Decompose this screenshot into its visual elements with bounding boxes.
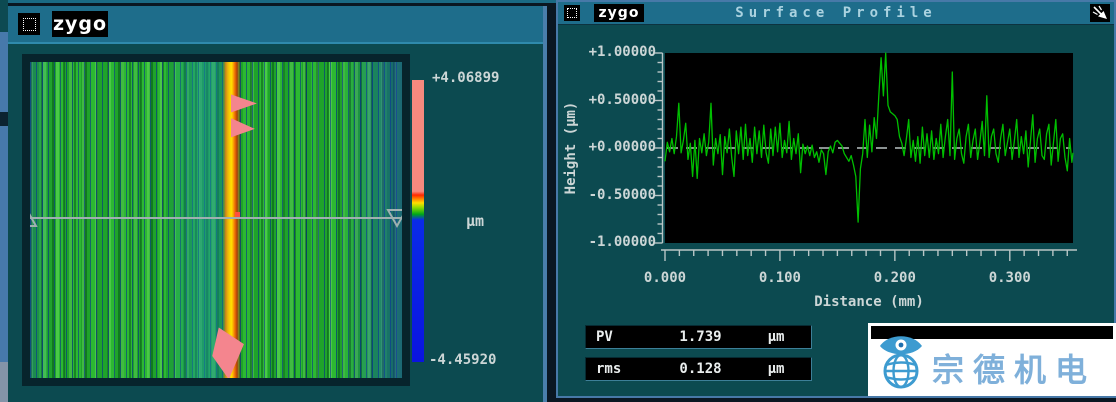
x-tick-label: 0.000 bbox=[644, 270, 686, 286]
y-tick-label: +0.00000 bbox=[558, 139, 656, 155]
rms-value: 0.128 bbox=[660, 361, 741, 377]
x-tick-label: 0.100 bbox=[759, 270, 801, 286]
surface-profile-chart: Height (µm) Distance (mm) +1.00000+0.500… bbox=[556, 24, 1116, 314]
x-tick-label: 0.200 bbox=[874, 270, 916, 286]
rms-unit: µm bbox=[741, 361, 811, 377]
screen: zygo +4.06899 µm -4.45920 zygo bbox=[0, 0, 1116, 402]
surface-map-titlebar[interactable]: zygo bbox=[8, 6, 543, 44]
eye-globe-logo-icon bbox=[876, 329, 926, 391]
y-tick-label: -0.50000 bbox=[558, 187, 656, 203]
x-tick-label: 0.300 bbox=[989, 270, 1031, 286]
colorbar-max-label: +4.06899 bbox=[432, 70, 499, 86]
background-window-strip bbox=[0, 0, 8, 402]
x-axis-title: Distance (mm) bbox=[814, 294, 924, 310]
pv-unit: µm bbox=[741, 329, 811, 345]
y-tick-label: +1.00000 bbox=[558, 44, 656, 60]
y-tick-label: +0.50000 bbox=[558, 92, 656, 108]
pv-readout: PV 1.739 µm bbox=[585, 325, 812, 349]
rms-label: rms bbox=[586, 361, 660, 377]
surface-map-frame bbox=[22, 54, 410, 386]
pointer-tool-icon[interactable] bbox=[1090, 4, 1110, 22]
rms-readout: rms 0.128 µm bbox=[585, 357, 812, 381]
profile-plot bbox=[556, 24, 1116, 314]
y-tick-label: -1.00000 bbox=[558, 234, 656, 250]
watermark-text: 宗德机电 bbox=[932, 345, 1096, 391]
surface-map-window: zygo +4.06899 µm -4.45920 bbox=[8, 6, 547, 402]
colorbar-min-label: -4.45920 bbox=[429, 352, 496, 368]
surface-profile-titlebar[interactable]: zygo Surface Profile bbox=[558, 2, 1114, 25]
vendor-watermark: 宗德机电 bbox=[868, 323, 1116, 396]
pv-label: PV bbox=[586, 329, 660, 345]
profile-slice-line[interactable] bbox=[30, 62, 402, 378]
window-menu-icon[interactable] bbox=[18, 13, 40, 35]
background-window-edge bbox=[0, 0, 556, 3]
zygo-logo: zygo bbox=[52, 11, 108, 37]
pv-value: 1.739 bbox=[660, 329, 741, 345]
colorbar-unit-label: µm bbox=[466, 212, 484, 230]
surface-map-image bbox=[30, 62, 402, 378]
height-colorbar bbox=[412, 80, 424, 362]
window-title: Surface Profile bbox=[558, 5, 1114, 21]
